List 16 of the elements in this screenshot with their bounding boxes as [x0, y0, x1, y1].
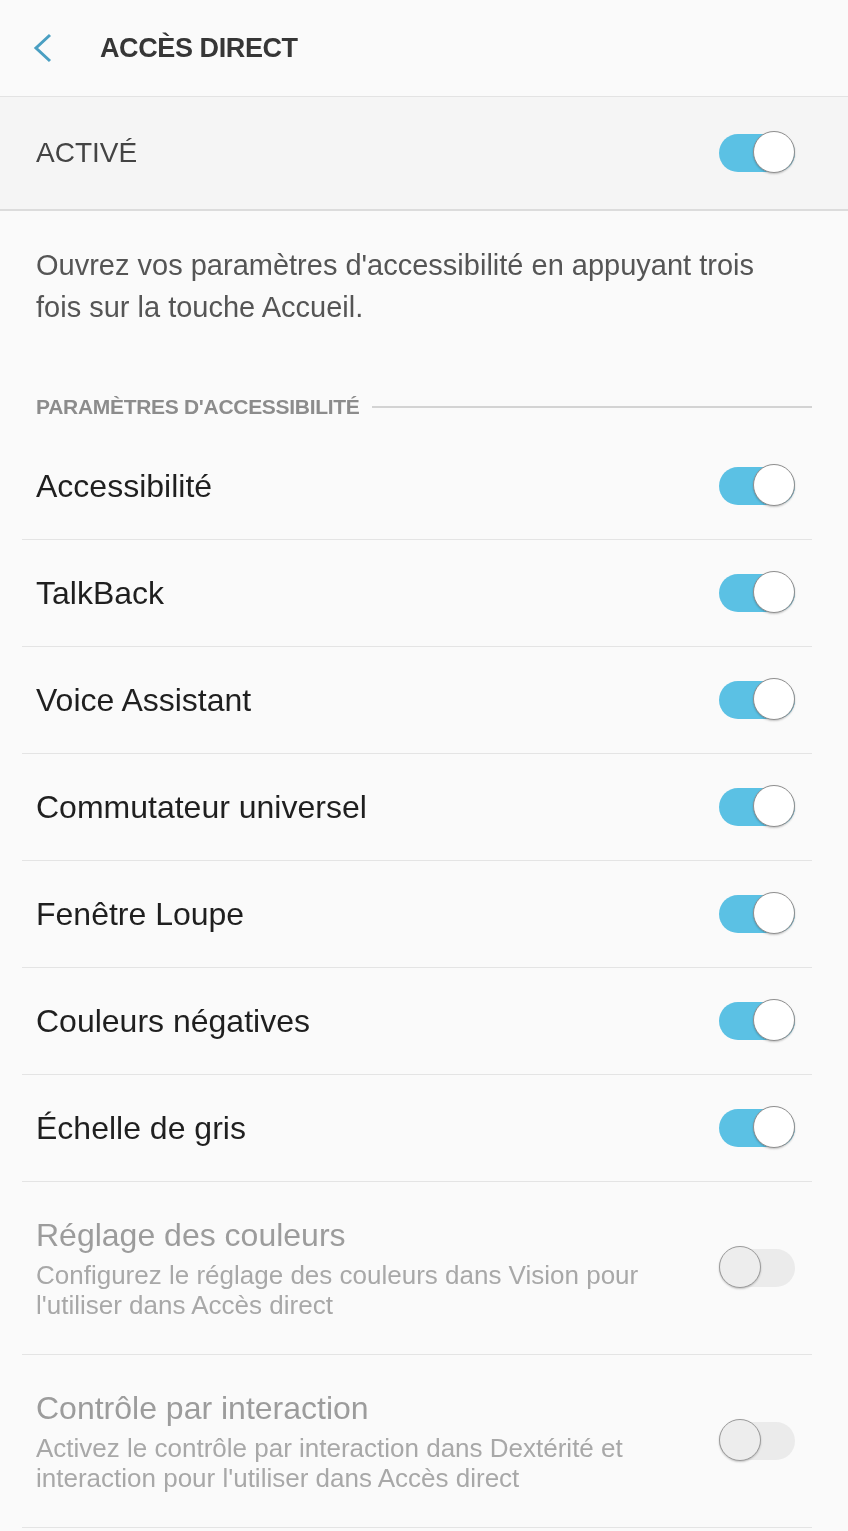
setting-label: Contrôle par interaction — [36, 1389, 369, 1427]
setting-label: Accessibilité — [36, 467, 213, 505]
setting-label: Échelle de gris — [36, 1109, 246, 1147]
back-icon[interactable] — [31, 33, 53, 63]
setting-description: Configurez le réglage des couleurs dans Vision pour l'utiliser dans Accès direct — [36, 1260, 640, 1320]
page-title: ACCÈS DIRECT — [100, 32, 298, 64]
description-text: Ouvrez vos paramètres d'accessibilité en appuyant trois fois sur la touche Accueil. — [36, 248, 755, 325]
setting-label: Réglage des couleurs — [36, 1216, 346, 1254]
switch-label: ACTIVÉ — [36, 137, 138, 169]
section-header: PARAMÈTRES D'ACCESSIBILITÉ — [36, 395, 360, 419]
setting-label: Fenêtre Loupe — [36, 895, 245, 933]
setting-description: Activez le contrôle par interaction dans Dextérité et interaction pour l'utiliser dans Accès direct — [36, 1433, 624, 1493]
setting-label: Voice Assistant — [36, 681, 252, 719]
setting-label: Couleurs négatives — [36, 1002, 310, 1040]
setting-label: TalkBack — [36, 574, 165, 612]
setting-label: Commutateur universel — [36, 788, 367, 826]
